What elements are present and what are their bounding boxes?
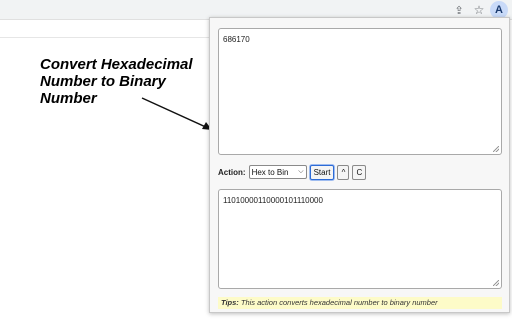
resize-grip-icon[interactable]	[493, 146, 499, 152]
start-button[interactable]: Start	[309, 164, 335, 180]
input-textarea[interactable]: 686170	[218, 28, 502, 155]
output-value: 11010000110000101110000	[223, 196, 323, 205]
resize-grip-icon[interactable]	[493, 280, 499, 286]
swap-up-button[interactable]: ^	[337, 164, 350, 180]
input-value: 686170	[223, 35, 250, 44]
tips-label: Tips:	[221, 298, 239, 307]
output-textarea[interactable]: 11010000110000101110000	[218, 189, 502, 289]
star-icon[interactable]: ☆	[471, 2, 487, 18]
action-label: Action:	[218, 167, 246, 177]
tips-bar: Tips: This action converts hexadecimal n…	[218, 297, 502, 309]
action-select[interactable]: Hex to Bin ⌵	[248, 165, 307, 179]
share-icon[interactable]: ⇪	[451, 2, 467, 18]
chevron-down-icon: ⌵	[298, 168, 304, 175]
action-row: Action: Hex to Bin ⌵ Start ^ C	[218, 164, 367, 180]
action-select-value: Hex to Bin	[251, 167, 289, 177]
extension-popup: 686170 Action: Hex to Bin ⌵ Start ^ C 11…	[209, 17, 510, 313]
tips-text: This action converts hexadecimal number …	[240, 298, 438, 307]
page-divider	[0, 37, 210, 38]
clear-button[interactable]: C	[352, 164, 367, 180]
annotation-arrow	[141, 97, 212, 130]
